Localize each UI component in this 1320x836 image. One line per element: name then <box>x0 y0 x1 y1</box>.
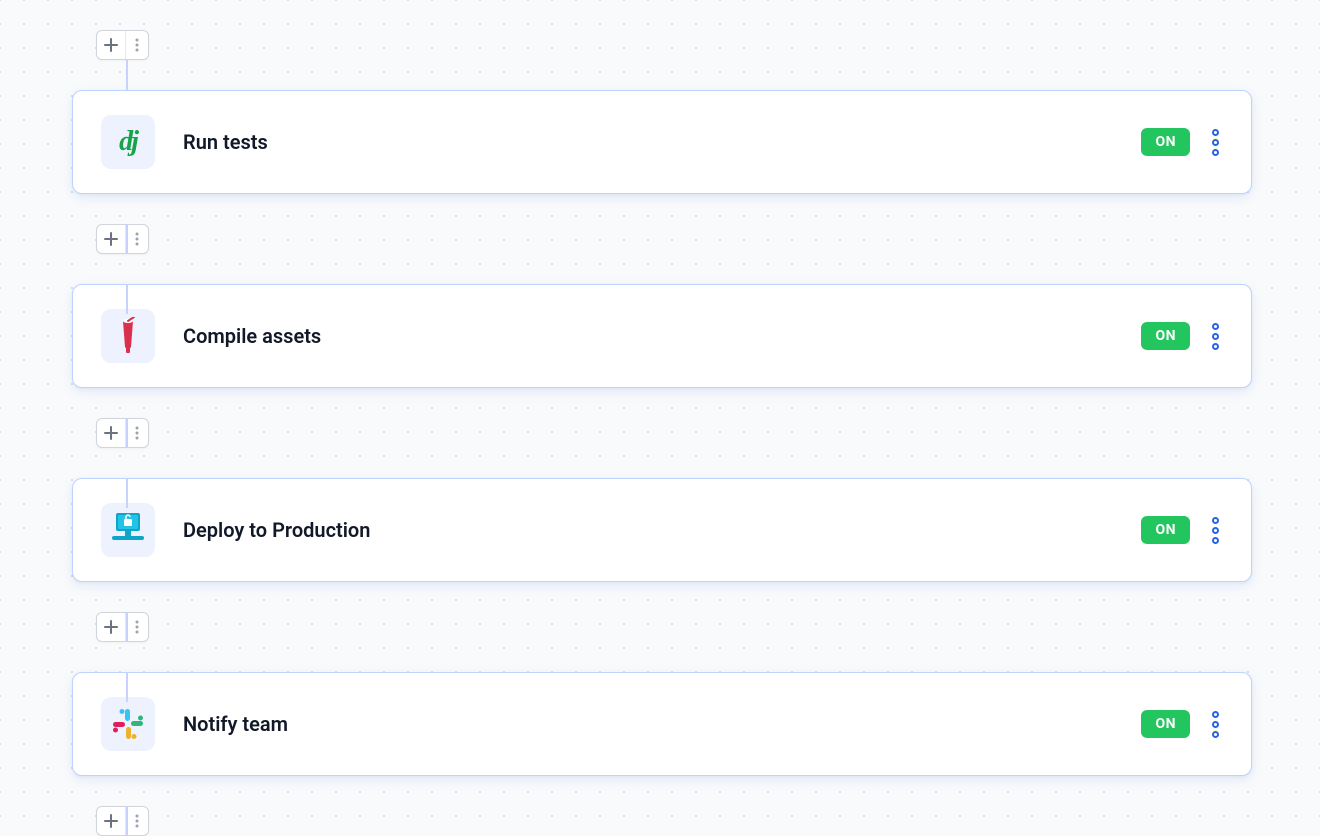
more-vertical-icon <box>135 620 139 634</box>
connector-line <box>126 284 128 314</box>
toggle-on-badge[interactable]: ON <box>1141 322 1190 350</box>
plus-icon <box>104 426 118 440</box>
pipeline-segment: Compile assets ON <box>72 224 1252 388</box>
connector-line <box>126 806 128 836</box>
add-action-menu-button[interactable] <box>126 419 148 447</box>
action-title: Notify team <box>183 712 1141 736</box>
connector-line <box>126 672 128 702</box>
add-action-button[interactable] <box>97 419 125 447</box>
add-action-button[interactable] <box>97 807 125 835</box>
connector-line <box>126 224 128 254</box>
more-vertical-icon <box>135 232 139 246</box>
add-action-block <box>96 224 149 254</box>
add-action-block <box>96 30 149 60</box>
action-card-notify-team[interactable]: Notify team ON <box>72 672 1252 776</box>
django-icon: dj <box>101 115 155 169</box>
toggle-on-badge[interactable]: ON <box>1141 516 1190 544</box>
pipeline-segment: dj Run tests ON <box>72 30 1252 194</box>
more-vertical-icon <box>135 814 139 828</box>
toggle-on-badge[interactable]: ON <box>1141 710 1190 738</box>
add-action-block <box>96 418 149 448</box>
deploy-icon <box>101 503 155 557</box>
add-action-menu-button[interactable] <box>126 807 148 835</box>
drag-handle[interactable] <box>1208 513 1223 548</box>
action-card-run-tests[interactable]: dj Run tests ON <box>72 90 1252 194</box>
plus-icon <box>104 814 118 828</box>
toggle-on-badge[interactable]: ON <box>1141 128 1190 156</box>
pipeline-segment-trailing <box>72 806 1252 836</box>
add-action-menu-button[interactable] <box>126 613 148 641</box>
action-card-deploy-production[interactable]: Deploy to Production ON <box>72 478 1252 582</box>
add-action-button[interactable] <box>97 613 125 641</box>
gulp-icon <box>101 309 155 363</box>
add-action-menu-button[interactable] <box>126 225 148 253</box>
plus-icon <box>104 38 118 52</box>
add-action-button[interactable] <box>97 225 125 253</box>
more-vertical-icon <box>135 426 139 440</box>
action-card-compile-assets[interactable]: Compile assets ON <box>72 284 1252 388</box>
plus-icon <box>104 620 118 634</box>
pipeline-segment: Notify team ON <box>72 612 1252 776</box>
action-title: Run tests <box>183 130 1141 154</box>
pipeline-container: dj Run tests ON <box>72 0 1252 836</box>
add-action-block <box>96 612 149 642</box>
action-title: Compile assets <box>183 324 1141 348</box>
more-vertical-icon <box>135 38 139 52</box>
plus-icon <box>104 232 118 246</box>
drag-handle[interactable] <box>1208 125 1223 160</box>
connector-line <box>126 478 128 508</box>
drag-handle[interactable] <box>1208 707 1223 742</box>
add-action-block <box>96 806 149 836</box>
add-action-button[interactable] <box>97 31 125 59</box>
connector-line <box>126 60 128 90</box>
connector-line <box>126 612 128 642</box>
pipeline-segment: Deploy to Production ON <box>72 418 1252 582</box>
drag-handle[interactable] <box>1208 319 1223 354</box>
slack-icon <box>101 697 155 751</box>
action-title: Deploy to Production <box>183 518 1141 542</box>
add-action-menu-button[interactable] <box>126 31 148 59</box>
connector-line <box>126 418 128 448</box>
